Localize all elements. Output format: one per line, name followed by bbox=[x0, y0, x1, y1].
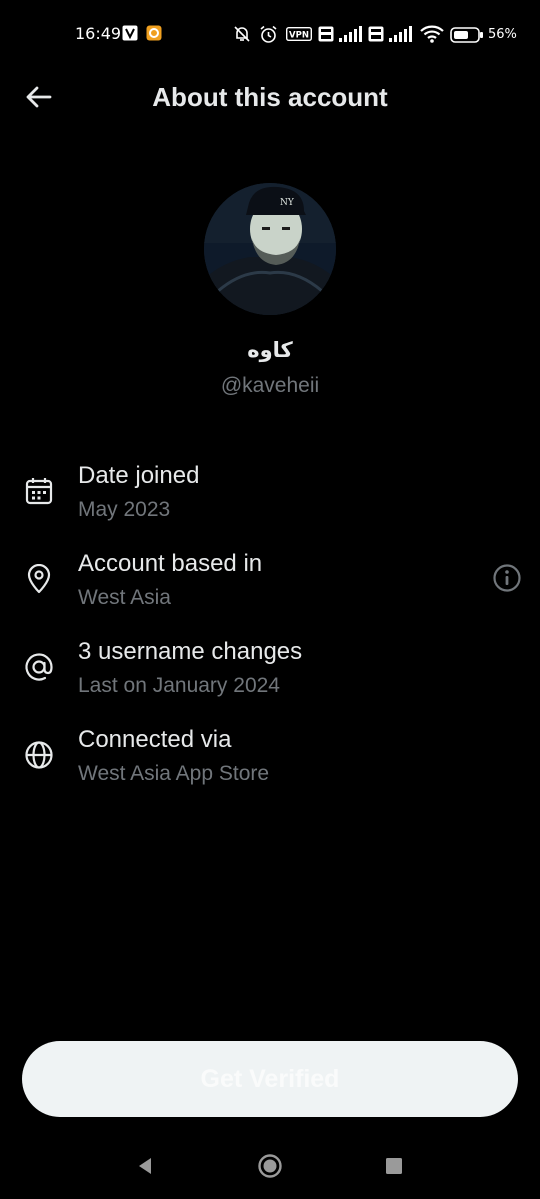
back-triangle-icon[interactable] bbox=[132, 1153, 158, 1179]
info-title: 3 username changes bbox=[78, 638, 303, 665]
notification-v-icon bbox=[122, 25, 138, 41]
vpn-icon: VPN bbox=[286, 27, 312, 41]
page-title: About this account bbox=[152, 82, 388, 112]
at-icon bbox=[25, 653, 53, 681]
wifi-icon bbox=[420, 25, 444, 43]
signal-icon-2 bbox=[389, 26, 412, 42]
recents-square-icon[interactable] bbox=[381, 1153, 407, 1179]
system-nav-bar bbox=[0, 1140, 540, 1199]
info-row-date-joined: Date joined May 2023 bbox=[0, 462, 540, 542]
info-row-username-changes: 3 username changes Last on January 2024 bbox=[0, 638, 540, 718]
info-subtitle: May 2023 bbox=[78, 498, 171, 521]
info-title: Account based in bbox=[78, 550, 263, 577]
svg-text:VPN: VPN bbox=[289, 31, 309, 41]
info-row-account-based-in: Account based in West Asia bbox=[0, 550, 540, 630]
svg-text:NY: NY bbox=[280, 198, 295, 208]
info-title: Date joined bbox=[78, 462, 200, 489]
volte-icon-2 bbox=[368, 26, 384, 42]
calendar-icon bbox=[25, 478, 53, 505]
status-bar: 16:49 VPN 56% bbox=[0, 0, 540, 70]
mute-bell-icon bbox=[234, 26, 250, 42]
get-verified-label: Get Verified bbox=[200, 1064, 340, 1093]
info-icon[interactable] bbox=[492, 563, 522, 593]
header: About this account bbox=[0, 70, 540, 126]
info-subtitle: Last on January 2024 bbox=[78, 674, 280, 697]
notification-app-icon bbox=[146, 25, 162, 41]
battery-percent: 56% bbox=[488, 27, 517, 42]
avatar[interactable]: NY bbox=[204, 183, 336, 315]
get-verified-button[interactable]: Get Verified bbox=[22, 1041, 518, 1117]
battery-icon bbox=[450, 27, 483, 43]
info-subtitle: West Asia App Store bbox=[78, 762, 270, 785]
home-circle-icon[interactable] bbox=[257, 1153, 283, 1179]
avatar-image: NY bbox=[204, 183, 336, 315]
username-handle: @kaveheii bbox=[220, 374, 320, 397]
info-title: Connected via bbox=[78, 726, 232, 753]
status-time: 16:49 bbox=[75, 24, 122, 43]
globe-icon bbox=[25, 741, 53, 769]
volte-icon bbox=[318, 26, 334, 42]
signal-icon bbox=[339, 26, 362, 42]
alarm-icon bbox=[260, 25, 277, 43]
display-name: کاوه bbox=[247, 338, 293, 362]
location-pin-icon bbox=[27, 564, 51, 594]
info-subtitle: West Asia bbox=[78, 586, 171, 609]
info-row-connected-via: Connected via West Asia App Store bbox=[0, 726, 540, 806]
